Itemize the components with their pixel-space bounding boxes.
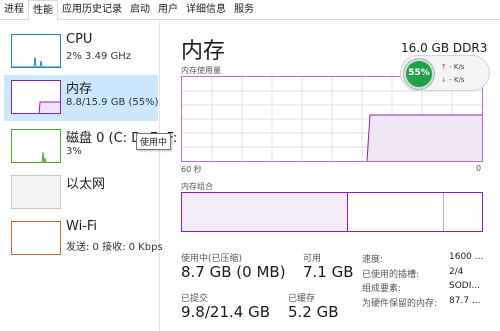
tab-bar: 进程 性能 应用历史记录 启动 用户 详细信息 服务	[0, 0, 500, 21]
cpu-thumbnail-graph	[11, 34, 61, 68]
composition-graph-label: 内存组合	[181, 182, 213, 191]
memory-spec: 16.0 GB DDR3	[401, 41, 488, 55]
memory-thumbnail-graph	[11, 80, 61, 114]
usage-graph-label: 内存使用量	[181, 66, 221, 75]
sidebar-item-detail: 2% 3.49 GHz	[66, 51, 132, 62]
sidebar-item-disk[interactable]: 磁盘 0 (C: D: E: F: 3%	[4, 124, 177, 170]
slots-used-value: 2/4	[449, 267, 464, 277]
composition-standby	[348, 193, 444, 231]
tab-users[interactable]: 用户	[154, 0, 182, 19]
sidebar-item-label: 内存	[66, 82, 93, 97]
down-arrow-icon: ↓	[441, 76, 447, 84]
sidebar-item-label: Wi-Fi	[66, 219, 98, 234]
sidebar-item-cpu[interactable]: CPU 2% 3.49 GHz	[4, 29, 158, 75]
composition-free	[444, 193, 482, 231]
hardware-reserved-value: 87.7 ...	[449, 296, 481, 306]
disk-thumbnail-graph	[11, 129, 61, 163]
upload-rate-value: - K/s	[449, 63, 465, 71]
composition-in-use	[182, 193, 348, 231]
tab-performance[interactable]: 性能	[28, 0, 58, 21]
wifi-thumbnail-graph	[11, 221, 61, 255]
sidebar-item-label: 以太网	[66, 177, 106, 192]
tab-app-history[interactable]: 应用历史记录	[58, 0, 126, 19]
time-axis-label: 60 秒	[181, 165, 202, 174]
speed-key: 速度:	[362, 255, 384, 265]
memory-gauge-widget[interactable]: 55% ↑ - K/s ↓ - K/s	[400, 55, 490, 91]
hardware-reserved-key: 为硬件保留的内存:	[362, 299, 438, 309]
up-arrow-icon: ↑	[441, 63, 447, 71]
sidebar-item-detail: 8.8/15.9 GB (55%)	[66, 97, 159, 108]
sidebar-item-label: CPU	[66, 32, 93, 47]
form-factor-key: 组成要素:	[362, 284, 402, 294]
slots-used-key: 已使用的插槽:	[362, 270, 420, 280]
page-title: 内存	[181, 39, 226, 64]
tab-startup[interactable]: 启动	[126, 0, 154, 19]
speed-value: 1600 ...	[449, 252, 484, 262]
tooltip: 使用中	[136, 133, 172, 150]
memory-gauge-circle: 55%	[404, 59, 434, 89]
memory-gauge-percent: 55%	[408, 68, 430, 78]
sidebar-item-memory[interactable]: 内存 8.8/15.9 GB (55%)	[4, 75, 159, 121]
ethernet-thumbnail-graph	[11, 175, 61, 209]
resource-sidebar: CPU 2% 3.49 GHz 内存 8.8/15.9 GB (55%) 磁盘 …	[0, 21, 177, 331]
memory-composition-graph	[181, 192, 483, 232]
memory-usage-area	[367, 115, 482, 161]
sidebar-item-detail: 发送: 0 接收: 0 Kbps	[66, 242, 163, 253]
in-use-value: 8.7 GB (0 MB)	[181, 263, 286, 281]
committed-value: 9.8/21.4 GB	[181, 303, 270, 321]
sidebar-item-wifi[interactable]: Wi-Fi 发送: 0 接收: 0 Kbps	[4, 216, 163, 262]
download-rate: ↓ - K/s	[441, 76, 464, 84]
download-rate-value: - K/s	[449, 76, 465, 84]
upload-rate: ↑ - K/s	[441, 63, 464, 71]
tab-processes[interactable]: 进程	[0, 0, 28, 19]
sidebar-item-ethernet[interactable]: 以太网	[4, 170, 158, 216]
zero-axis-label: 0	[476, 164, 482, 173]
tab-details[interactable]: 详细信息	[182, 0, 230, 19]
available-value: 7.1 GB	[303, 263, 354, 281]
cached-value: 5.2 GB	[288, 303, 339, 321]
sidebar-item-detail: 3%	[66, 146, 82, 157]
form-factor-value: SODI...	[449, 281, 480, 291]
tab-services[interactable]: 服务	[230, 0, 258, 19]
